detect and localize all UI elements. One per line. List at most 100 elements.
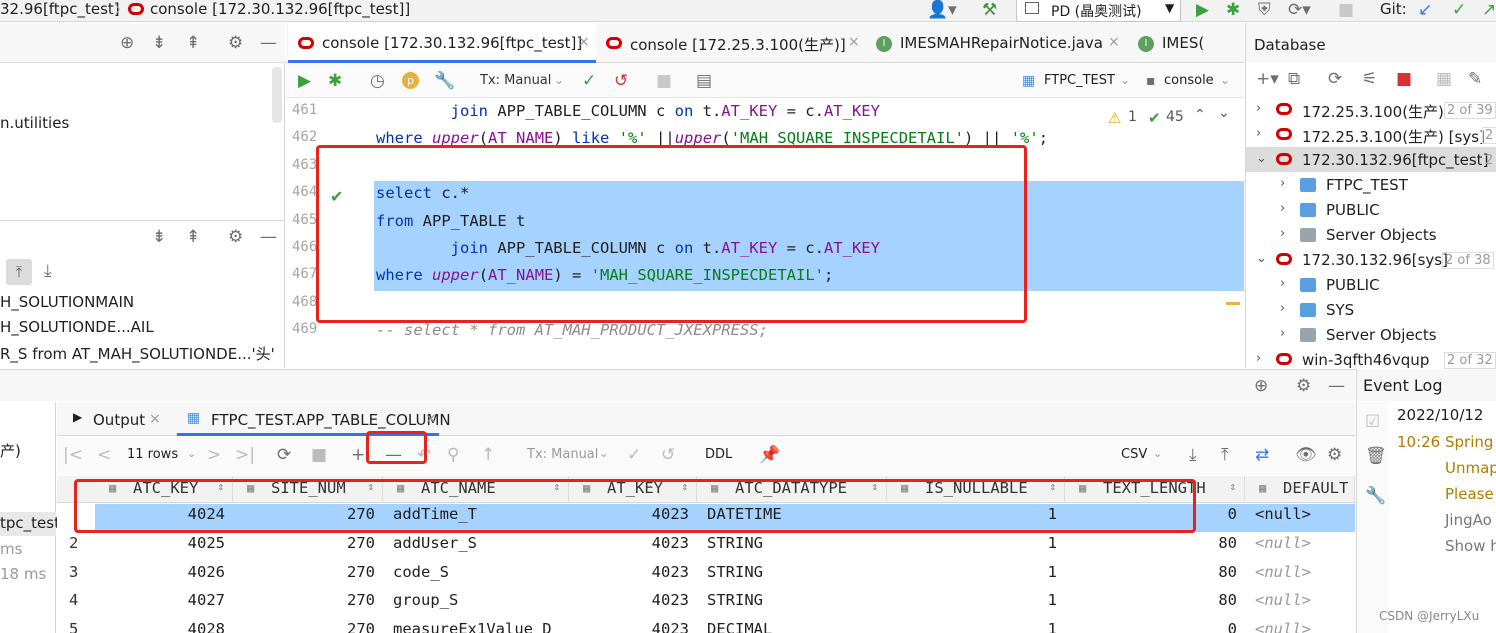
table-cell[interactable]: 270 [233,620,375,633]
tree-item[interactable]: › Server Objects [1246,224,1496,249]
table-cell[interactable]: STRING [707,591,763,609]
git-commit-icon[interactable]: ✓ [1452,0,1466,20]
tree-item[interactable]: › PUBLIC [1246,274,1496,299]
profile-icon[interactable]: ⟳▾ [1288,0,1311,20]
sort-down-icon[interactable]: ⤓ [44,261,52,281]
last-page-icon[interactable]: >| [235,445,255,465]
minimize-icon[interactable]: — [260,33,277,53]
table-cell[interactable]: 270 [233,563,375,581]
rows-count[interactable]: 11 rows [127,447,178,462]
export-format-select[interactable]: CSV [1121,447,1147,462]
code-line[interactable]: join APP_TABLE_COLUMN c on t.AT_KEY = c.… [376,102,880,120]
table-cell[interactable]: 270 [233,534,375,552]
plan-icon[interactable]: p [402,72,419,89]
commit-icon[interactable]: ✓ [582,71,596,91]
table-cell[interactable]: measureEx1Value_D [393,620,552,633]
chevron-down-icon[interactable]: ⌄ [1256,251,1267,266]
row-number[interactable]: 4 [69,591,78,609]
minimize-icon[interactable]: — [1328,376,1345,396]
code-line[interactable]: -- select * from AT_MAH_PRODUCT_JXEXPRES… [376,321,768,339]
gear-icon[interactable]: ⚙ [228,227,243,247]
settings-wrench-icon[interactable]: 🔧 [1365,486,1386,506]
close-icon[interactable]: × [848,34,860,50]
project-tree-item[interactable]: n.utilities [0,114,69,132]
tab-java-file[interactable]: I IMESMAHRepairNotice.java × [868,23,1128,63]
tree-item[interactable]: › PUBLIC [1246,199,1496,224]
debug-icon[interactable]: ✱ [1226,0,1240,20]
error-stripe-marker[interactable] [1226,302,1240,305]
chevron-right-icon[interactable]: › [1256,126,1261,141]
collapse-all-icon[interactable]: ⇞ [186,227,200,247]
table-icon[interactable]: ▦ [1436,69,1452,89]
close-icon[interactable]: × [578,34,590,50]
table-cell[interactable]: <null> [1255,534,1311,552]
tree-item[interactable]: › 172.25.3.100(生产) 2 of 39 [1246,99,1496,124]
tab-output[interactable]: ▶ Output × [67,402,167,436]
minimize-icon[interactable]: — [260,227,277,247]
row-number[interactable]: 3 [69,563,78,581]
target-icon[interactable]: ⊕ [1254,376,1268,396]
table-cell[interactable]: 4027 [95,591,225,609]
execute-icon[interactable]: ▶ [298,71,311,91]
table-view-icon[interactable]: ▤ [696,71,712,91]
rollback-icon[interactable]: ↺ [614,71,628,91]
table-cell[interactable]: STRING [707,563,763,581]
build-hammer-icon[interactable]: ⚒ [982,0,997,20]
table-cell[interactable]: 4023 [569,591,689,609]
submit-icon[interactable]: ↑ [481,445,495,465]
table-cell[interactable]: 4023 [569,620,689,633]
settings-wrench-icon[interactable]: 🔧 [434,71,455,91]
chevron-down-icon[interactable]: ⌄ [1256,151,1267,166]
git-push-icon[interactable]: ↗ [1482,0,1496,20]
table-cell[interactable]: 1 [887,563,1057,581]
table-cell[interactable]: 270 [233,591,375,609]
trash-icon[interactable]: 🗑 [1365,446,1387,466]
view-query-icon[interactable]: ⚲ [447,445,459,465]
chevron-right-icon[interactable]: › [1280,276,1285,291]
next-page-icon[interactable]: > [207,445,221,465]
copy-icon[interactable]: ⧉ [1288,69,1300,89]
user-icon[interactable]: 👤▾ [927,0,957,20]
git-update-icon[interactable]: ↙ [1418,0,1432,20]
close-icon[interactable]: × [149,411,161,427]
chevron-right-icon[interactable]: › [1280,176,1285,191]
debug-icon[interactable]: ✱ [328,71,342,91]
chevron-right-icon[interactable]: › [1280,201,1285,216]
gear-icon[interactable]: ⚙ [228,33,243,53]
tree-item[interactable]: › 172.25.3.100(生产) [sys]2 of 38 [1246,124,1496,149]
session-select[interactable]: console [1164,73,1214,88]
chevron-right-icon[interactable]: › [1280,326,1285,341]
coverage-icon[interactable]: ⛨ [1258,0,1271,20]
expand-all-icon[interactable]: ⇟ [152,227,166,247]
pin-icon[interactable]: 📌 [759,445,780,465]
collapse-all-icon[interactable]: ⇞ [186,33,200,53]
refresh-icon[interactable]: ⟳ [1328,69,1342,89]
row-number[interactable]: 2 [69,534,78,552]
tree-item[interactable]: ⌄ 172.30.132.96[ftpc_test] 2 [1246,149,1496,174]
gear-icon[interactable]: ⚙ [1327,445,1342,465]
table-cell[interactable]: <null> [1255,620,1311,633]
gear-icon[interactable]: ⚙ [1296,376,1311,396]
close-icon[interactable]: × [1108,34,1120,50]
stop-icon[interactable]: ■ [311,445,327,465]
commit-icon[interactable]: ✓ [627,445,641,465]
sort-icon[interactable]: ⇕ [1229,480,1236,493]
service-item[interactable]: tpc_test] [0,514,66,532]
target-icon[interactable]: ⊕ [120,33,134,53]
table-cell[interactable]: addUser_S [393,534,477,552]
breadcrumb-console[interactable]: console [172.30.132.96[ftpc_test]] [150,0,410,18]
stop-icon[interactable]: ■ [1396,69,1412,89]
tab-console-prod[interactable]: console [172.25.3.100(生产)] × [598,23,866,63]
chevron-up-icon[interactable]: ⌃ [1194,107,1206,123]
column-header[interactable]: ▦ DEFAULT [1245,476,1355,502]
chevron-right-icon[interactable]: › [1256,101,1261,116]
list-item[interactable]: H_SOLUTIONMAIN [0,293,134,311]
event-message[interactable]: Show h [1445,537,1496,555]
schema-select[interactable]: FTPC_TEST [1044,73,1115,88]
table-cell[interactable]: 80 [1065,534,1237,552]
chevron-right-icon[interactable]: › [1256,351,1261,366]
table-cell[interactable]: 4025 [95,534,225,552]
event-message[interactable]: Unmap [1445,459,1496,477]
rollback-icon[interactable]: ↺ [661,445,675,465]
event-message[interactable]: Please c [1445,485,1496,503]
